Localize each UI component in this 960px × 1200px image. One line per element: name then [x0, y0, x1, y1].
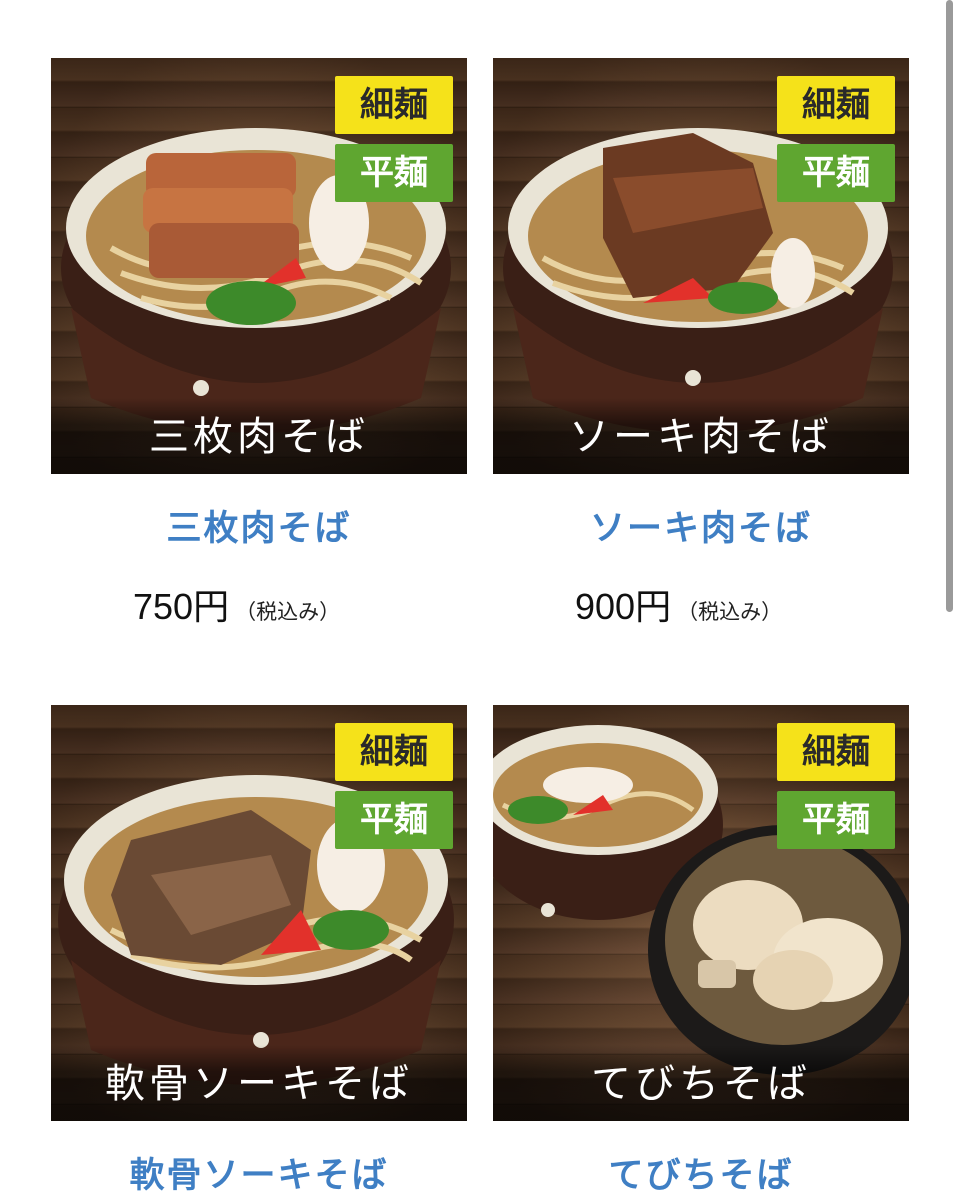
scrollbar[interactable]	[946, 0, 953, 612]
tax-note: （税込み）	[677, 600, 783, 624]
menu-page: 細麺 平麺 三枚肉そば 三枚肉そば 750円 （税込み） 細麺 平麺 ソーキ肉そ…	[0, 0, 960, 1200]
thin-noodle-badge: 細麺	[777, 723, 895, 781]
price: 750円	[133, 586, 230, 627]
price-row: 900円 （税込み）	[575, 578, 782, 630]
photo-caption: てびちそば	[591, 1061, 811, 1107]
photo-caption: ソーキ肉そば	[569, 414, 833, 460]
price: 900円	[575, 586, 672, 627]
menu-card[interactable]: 細麺 平麺 てびちそば てびちそば	[493, 705, 909, 1196]
soba-photo[interactable]: 細麺 平麺 ソーキ肉そば	[493, 58, 909, 474]
item-name-link[interactable]: 軟骨ソーキそば	[51, 1147, 467, 1198]
flat-noodle-badge: 平麺	[777, 144, 895, 202]
photo-caption: 三枚肉そば	[149, 414, 369, 460]
soba-photo[interactable]: 細麺 平麺 てびちそば	[493, 705, 909, 1121]
price-row: 750円 （税込み）	[133, 578, 340, 630]
menu-card[interactable]: 細麺 平麺 ソーキ肉そば ソーキ肉そば 900円 （税込み）	[493, 58, 909, 627]
thin-noodle-badge: 細麺	[335, 723, 453, 781]
menu-card[interactable]: 細麺 平麺 三枚肉そば 三枚肉そば 750円 （税込み）	[51, 58, 467, 627]
flat-noodle-badge: 平麺	[335, 791, 453, 849]
soba-photo[interactable]: 細麺 平麺 軟骨ソーキそば	[51, 705, 467, 1121]
menu-card[interactable]: 細麺 平麺 軟骨ソーキそば 軟骨ソーキそば	[51, 705, 467, 1196]
flat-noodle-badge: 平麺	[335, 144, 453, 202]
photo-caption: 軟骨ソーキそば	[105, 1061, 413, 1107]
item-name-link[interactable]: 三枚肉そば	[51, 500, 467, 551]
thin-noodle-badge: 細麺	[777, 76, 895, 134]
soba-photo[interactable]: 細麺 平麺 三枚肉そば	[51, 58, 467, 474]
thin-noodle-badge: 細麺	[335, 76, 453, 134]
item-name-link[interactable]: ソーキ肉そば	[493, 500, 909, 551]
item-name-link[interactable]: てびちそば	[493, 1147, 909, 1198]
flat-noodle-badge: 平麺	[777, 791, 895, 849]
tax-note: （税込み）	[235, 600, 341, 624]
